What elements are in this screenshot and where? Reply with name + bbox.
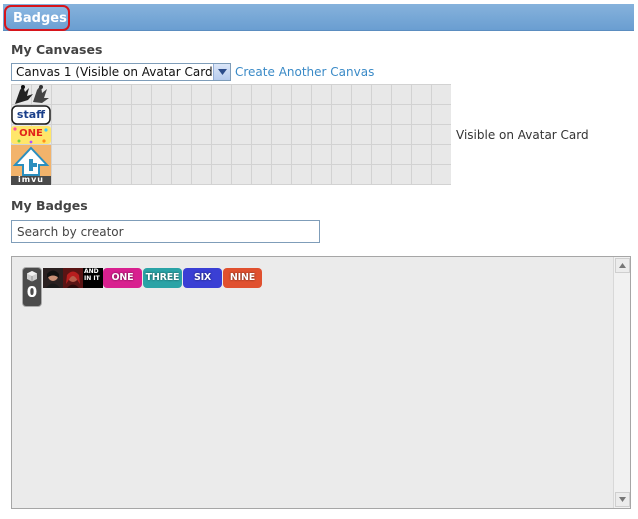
my-canvases-heading: My Canvases [11, 42, 103, 57]
photo-badge-2[interactable] [63, 268, 83, 288]
nine-strip-label: NINE [229, 272, 256, 283]
photo-badge-3-text: AND IN IT [84, 268, 100, 282]
staff-badge-icon[interactable]: staff [11, 105, 51, 125]
vertical-scrollbar[interactable] [613, 257, 630, 508]
create-canvas-link[interactable]: Create Another Canvas [235, 65, 374, 79]
canvas-select-value: Canvas 1 (Visible on Avatar Card) [16, 65, 218, 79]
three-strip-badge[interactable]: THREE [143, 268, 182, 288]
canvas-select[interactable]: Canvas 1 (Visible on Avatar Card) [11, 63, 231, 81]
six-strip-label: SIX [193, 272, 212, 283]
chevron-down-icon[interactable] [213, 64, 230, 80]
badge-count-box: 0 [22, 267, 42, 307]
staff-badge-label: staff [16, 108, 46, 121]
my-badges-heading: My Badges [11, 198, 88, 213]
silhouette-badge-icon[interactable] [11, 84, 51, 105]
three-strip-label: THREE [145, 272, 180, 283]
one-badge-icon[interactable]: ONE [11, 126, 51, 144]
search-by-creator-input[interactable] [11, 220, 320, 243]
imvu-badge-label: imvu [18, 175, 44, 184]
badge-collection-panel: 0 AND IN IT ONE THREE SIX NINE [11, 256, 631, 509]
one-strip-badge[interactable]: ONE [103, 268, 142, 288]
badge-count: 0 [26, 283, 38, 301]
scroll-up-icon[interactable] [615, 258, 630, 273]
one-badge-label: ONE [19, 128, 43, 139]
imvu-badge-icon[interactable]: imvu [11, 145, 51, 185]
photo-badge-1[interactable] [43, 268, 63, 288]
header-bar [3, 4, 634, 31]
badge-canvas-grid[interactable]: staff ONE imvu [11, 84, 451, 185]
scroll-down-icon[interactable] [615, 492, 630, 507]
photo-badge-3[interactable]: AND IN IT [83, 268, 103, 288]
visible-on-avatar-card-label: Visible on Avatar Card [456, 128, 589, 142]
six-strip-badge[interactable]: SIX [183, 268, 222, 288]
one-strip-label: ONE [111, 272, 134, 283]
box-icon [27, 271, 37, 282]
badges-tab[interactable]: Badges [4, 5, 70, 31]
badges-tab-label: Badges [13, 11, 67, 26]
nine-strip-badge[interactable]: NINE [223, 268, 262, 288]
